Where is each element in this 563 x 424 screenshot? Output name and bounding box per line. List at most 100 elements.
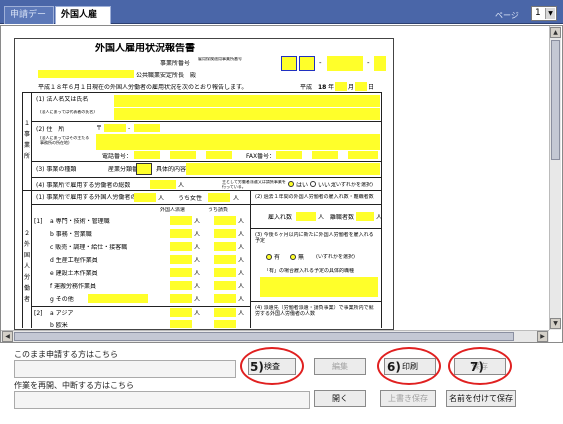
category-field[interactable] — [170, 242, 192, 251]
fax-field-2[interactable] — [312, 151, 338, 159]
worker-unit: 人 — [318, 214, 325, 221]
date-year: 18 — [318, 84, 327, 91]
edit-button[interactable]: 編集 — [314, 358, 366, 375]
total-foreign-field[interactable] — [134, 193, 156, 202]
scroll-up-icon[interactable]: ▲ — [550, 27, 561, 38]
category-field[interactable] — [214, 308, 236, 317]
worker-unit: 人 — [238, 310, 245, 317]
office-name-field[interactable] — [38, 70, 134, 78]
yes-label: はい — [296, 182, 309, 189]
category-label: a アジア — [50, 310, 74, 317]
industry-code-field[interactable] — [136, 163, 152, 175]
category-field[interactable] — [214, 229, 236, 238]
scroll-right-icon[interactable]: ▶ — [537, 331, 548, 342]
tab-application-data[interactable]: 申請データ — [4, 6, 54, 37]
category-other-field[interactable] — [88, 294, 148, 303]
grid-line — [250, 228, 381, 229]
category-field[interactable] — [214, 281, 236, 290]
contract-header: うち請負 — [208, 207, 229, 213]
phone-field-3[interactable] — [206, 151, 232, 159]
grid-line — [22, 92, 23, 328]
category-label: g その他 — [50, 296, 74, 303]
worker-unit: 人 — [238, 283, 245, 290]
office-number-box-2[interactable] — [299, 56, 315, 71]
date-month: 月 — [348, 84, 355, 91]
worker-unit: 人 — [194, 257, 201, 264]
category-field[interactable] — [170, 281, 192, 290]
grid-line — [31, 204, 381, 205]
office-number-box-4[interactable] — [374, 56, 386, 71]
choice-note: (いずれかを選択) — [334, 182, 373, 188]
grid-line — [31, 177, 381, 178]
scroll-left-icon[interactable]: ◀ — [2, 331, 13, 342]
hired-field[interactable] — [296, 212, 316, 221]
fax-field-3[interactable] — [348, 151, 378, 159]
address-label: (2) 住 所 — [36, 126, 65, 133]
callout-5: 5) — [250, 360, 264, 374]
business-detail-field[interactable] — [186, 163, 380, 175]
name-field[interactable] — [114, 108, 380, 120]
no-radio[interactable] — [310, 181, 316, 187]
category-field[interactable] — [170, 216, 192, 225]
name-kana-field[interactable] — [114, 95, 380, 107]
page-select[interactable]: 1 ▼ — [531, 6, 557, 21]
horizontal-scroll-thumb[interactable] — [14, 332, 514, 341]
plan-no-label: 無 — [298, 254, 305, 261]
worker-unit: 人 — [194, 244, 201, 251]
vertical-scroll-thumb[interactable] — [551, 40, 560, 160]
category-field[interactable] — [214, 255, 236, 264]
section1-label: １事業所 — [24, 120, 30, 160]
category-field[interactable] — [170, 294, 192, 303]
left-field[interactable] — [356, 212, 374, 221]
scroll-down-icon[interactable]: ▼ — [550, 318, 561, 329]
category-label: d 生産工程作業員 — [50, 257, 98, 264]
overwrite-save-button[interactable]: 上書き保存 — [380, 390, 436, 407]
office-number-box-1[interactable] — [281, 56, 297, 71]
plan-no-radio[interactable] — [290, 254, 296, 260]
postal-field-2[interactable] — [134, 124, 160, 132]
dispatch-header: 外国人派遣 — [160, 207, 186, 213]
category-field[interactable] — [214, 294, 236, 303]
category-label: e 建設土木作業員 — [50, 270, 98, 277]
phone-field-1[interactable] — [134, 151, 160, 159]
office-number-box-3[interactable] — [327, 56, 363, 71]
dash: - — [319, 59, 322, 67]
date-day-field[interactable] — [355, 82, 367, 91]
business-type-label: (3) 事業の種類 — [36, 166, 77, 173]
grid-line — [22, 190, 382, 191]
address-field[interactable] — [96, 134, 380, 150]
save-as-button[interactable]: 名前を付けて保存 — [446, 390, 516, 407]
addressee: 公共職業安定所長 殿 — [136, 72, 197, 79]
category-no: [2] — [34, 310, 43, 317]
female-field[interactable] — [208, 193, 230, 202]
plan-yes-radio[interactable] — [266, 254, 272, 260]
page-select-value: 1 — [535, 8, 541, 18]
category-field[interactable] — [170, 255, 192, 264]
worker-count-field[interactable] — [150, 180, 176, 189]
category-field[interactable] — [214, 320, 236, 328]
postal-field-1[interactable] — [104, 124, 126, 132]
category-field[interactable] — [170, 229, 192, 238]
plan-detail-field[interactable] — [260, 277, 378, 297]
tab-foreign-employment[interactable]: 外国人雇用状 — [55, 6, 111, 37]
dash: - — [128, 125, 131, 132]
category-field[interactable] — [170, 308, 192, 317]
phone-field-2[interactable] — [170, 151, 196, 159]
yes-radio[interactable] — [288, 181, 294, 187]
date-day: 日 — [368, 84, 375, 91]
category-field[interactable] — [214, 268, 236, 277]
resume-section-label: 作業を再開、中断する方はこちら — [14, 381, 134, 390]
chevron-down-icon[interactable]: ▼ — [545, 8, 555, 19]
fax-field-1[interactable] — [276, 151, 302, 159]
open-button[interactable]: 開く — [314, 390, 366, 407]
phone-label: 電話番号： — [102, 153, 133, 160]
fax-label: FAX番号： — [246, 153, 276, 160]
category-field[interactable] — [170, 268, 192, 277]
category-field[interactable] — [170, 320, 192, 328]
category-field[interactable] — [214, 242, 236, 251]
category-field[interactable] — [214, 216, 236, 225]
plan-detail-label: 「有」の場合雇入れる予定の具体的職種 — [264, 268, 355, 274]
business-detail-label: 具体的内容 — [156, 166, 187, 173]
worker-unit: 人 — [158, 195, 165, 202]
date-month-field[interactable] — [335, 82, 347, 91]
